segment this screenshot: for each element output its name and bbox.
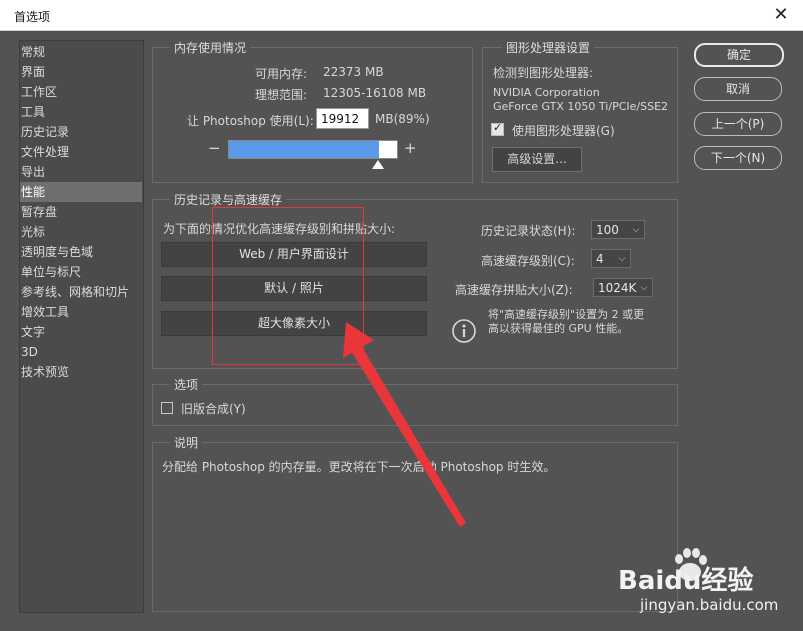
watermark-brand: Baidu经验: [618, 566, 754, 596]
watermark-url: jingyan.baidu.com: [640, 596, 779, 614]
annotation-arrow-icon: [343, 322, 466, 527]
